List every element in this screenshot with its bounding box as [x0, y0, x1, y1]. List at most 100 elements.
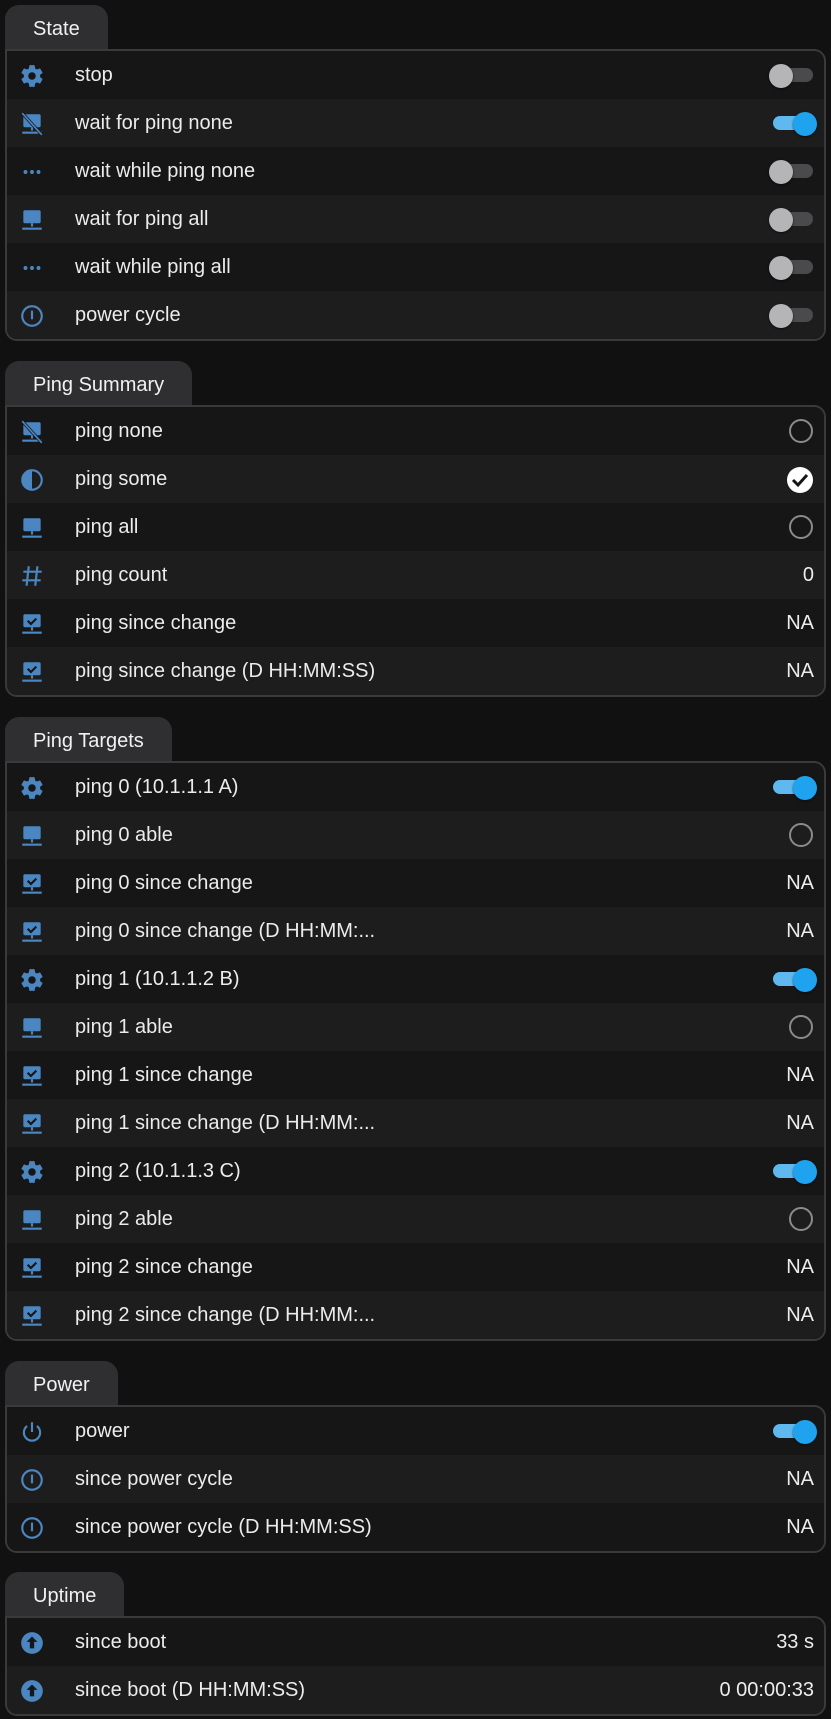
entity-label: ping some [75, 468, 168, 490]
entity-label: wait for ping none [75, 112, 233, 134]
monitor-check-icon [19, 659, 45, 685]
monitor-check-icon [19, 1111, 45, 1137]
entity-row[interactable]: wait for ping none [7, 99, 824, 147]
entity-value: NA [786, 1304, 814, 1326]
toggle-switch[interactable] [769, 255, 817, 280]
entity-value: NA [786, 1064, 814, 1086]
toggle-switch[interactable] [769, 111, 817, 136]
entity-label: wait for ping all [75, 208, 209, 230]
entity-label: since boot [75, 1631, 167, 1653]
monitor-icon [19, 823, 45, 849]
entity-label: since power cycle (D HH:MM:SS) [75, 1516, 372, 1538]
entity-row[interactable]: since power cycle NA [7, 1455, 824, 1503]
entity-row[interactable]: wait for ping all [7, 195, 824, 243]
entity-row[interactable]: power [7, 1407, 824, 1455]
entity-row[interactable]: ping 1 (10.1.1.2 B) [7, 955, 824, 1003]
dots-icon [19, 255, 45, 281]
entity-row[interactable]: ping 0 (10.1.1.1 A) [7, 763, 824, 811]
entity-value: 0 [802, 564, 814, 586]
entity-row[interactable]: wait while ping none [7, 147, 824, 195]
entity-row[interactable]: ping 2 (10.1.1.3 C) [7, 1147, 824, 1195]
toggle-switch[interactable] [769, 1419, 817, 1444]
entity-row[interactable]: ping 2 since change NA [7, 1243, 824, 1291]
toggle-switch[interactable] [769, 159, 817, 184]
entity-value: 0 00:00:33 [719, 1679, 814, 1701]
entity-label: ping 2 able [75, 1208, 173, 1230]
entity-row[interactable]: ping 1 since change (D HH:MM:... NA [7, 1099, 824, 1147]
entity-label: ping 1 able [75, 1016, 173, 1038]
section-card: ping 0 (10.1.1.1 A) ping 0 able ping 0 sin… [5, 761, 826, 1341]
entity-row[interactable]: ping 1 able [7, 1003, 824, 1051]
entity-row[interactable]: ping since change (D HH:MM:SS) NA [7, 647, 824, 695]
section-card: ping none ping some ping all ping count 0 pin… [5, 405, 826, 697]
entity-row[interactable]: ping 0 since change (D HH:MM:... NA [7, 907, 824, 955]
gear-icon [19, 967, 45, 993]
entity-row[interactable]: ping 0 since change NA [7, 859, 824, 907]
entity-label: ping 0 (10.1.1.1 A) [75, 776, 239, 798]
section-card: power since power cycle NA since power cycl… [5, 1405, 826, 1553]
entity-row[interactable]: ping 2 since change (D HH:MM:... NA [7, 1291, 824, 1339]
entity-row[interactable]: ping since change NA [7, 599, 824, 647]
entity-value: 33 s [776, 1631, 814, 1653]
entity-row[interactable]: stop [7, 51, 824, 99]
monitor-icon [19, 1207, 45, 1233]
entity-label: ping 2 since change [75, 1256, 253, 1278]
section-tab[interactable]: Ping Summary [5, 361, 193, 406]
entity-value: NA [786, 1516, 814, 1538]
entity-row[interactable]: since power cycle (D HH:MM:SS) NA [7, 1503, 824, 1551]
entity-row[interactable]: power cycle [7, 291, 824, 339]
entity-label: ping none [75, 420, 163, 442]
toggle-switch[interactable] [769, 967, 817, 992]
toggle-switch[interactable] [769, 207, 817, 232]
entity-row[interactable]: ping none [7, 407, 824, 455]
monitor-check-icon [19, 611, 45, 637]
entity-label: since boot (D HH:MM:SS) [75, 1679, 306, 1701]
entity-row[interactable]: since boot 33 s [7, 1618, 824, 1666]
entity-value: NA [786, 920, 814, 942]
entity-label: stop [75, 64, 113, 86]
pound-icon [19, 563, 45, 589]
entity-row[interactable]: ping all [7, 503, 824, 551]
section-tab[interactable]: Ping Targets [5, 717, 172, 762]
entity-value: NA [786, 660, 814, 682]
entity-label: ping 2 since change (D HH:MM:... [75, 1304, 376, 1326]
entity-row[interactable]: ping count 0 [7, 551, 824, 599]
section-card: stop wait for ping none wait while ping no… [5, 49, 826, 341]
dashboard: State stop wait for ping none wait while pi… [0, 0, 831, 1719]
monitor-check-icon [19, 1255, 45, 1281]
monitor-off-icon [19, 419, 45, 445]
entity-value: NA [786, 1256, 814, 1278]
entity-row[interactable]: ping some [7, 455, 824, 503]
section-tab[interactable]: State [5, 5, 108, 50]
empty-circle-icon [789, 1015, 813, 1039]
power-cycle-icon [19, 1515, 45, 1541]
power-icon [19, 1419, 45, 1445]
toggle-switch[interactable] [769, 775, 817, 800]
gear-icon [19, 1159, 45, 1185]
monitor-icon [19, 207, 45, 233]
monitor-check-icon [19, 919, 45, 945]
entity-row[interactable]: ping 0 able [7, 811, 824, 859]
section-tab[interactable]: Uptime [5, 1572, 125, 1617]
section-tab[interactable]: Power [5, 1361, 118, 1406]
entity-label: power [75, 1420, 130, 1442]
entity-value: NA [786, 1112, 814, 1134]
entity-row[interactable]: ping 1 since change NA [7, 1051, 824, 1099]
entity-label: ping all [75, 516, 139, 538]
entity-label: power cycle [75, 304, 181, 326]
toggle-switch[interactable] [769, 1159, 817, 1184]
dots-icon [19, 159, 45, 185]
entity-row[interactable]: ping 2 able [7, 1195, 824, 1243]
gear-icon [19, 775, 45, 801]
entity-label: ping 1 since change [75, 1064, 253, 1086]
empty-circle-icon [789, 1207, 813, 1231]
monitor-check-icon [19, 871, 45, 897]
entity-label: ping 0 since change (D HH:MM:... [75, 920, 376, 942]
entity-row[interactable]: since boot (D HH:MM:SS) 0 00:00:33 [7, 1666, 824, 1714]
toggle-switch[interactable] [769, 303, 817, 328]
monitor-icon [19, 515, 45, 541]
entity-row[interactable]: wait while ping all [7, 243, 824, 291]
monitor-off-icon [19, 111, 45, 137]
toggle-switch[interactable] [769, 63, 817, 88]
monitor-check-icon [19, 1303, 45, 1329]
